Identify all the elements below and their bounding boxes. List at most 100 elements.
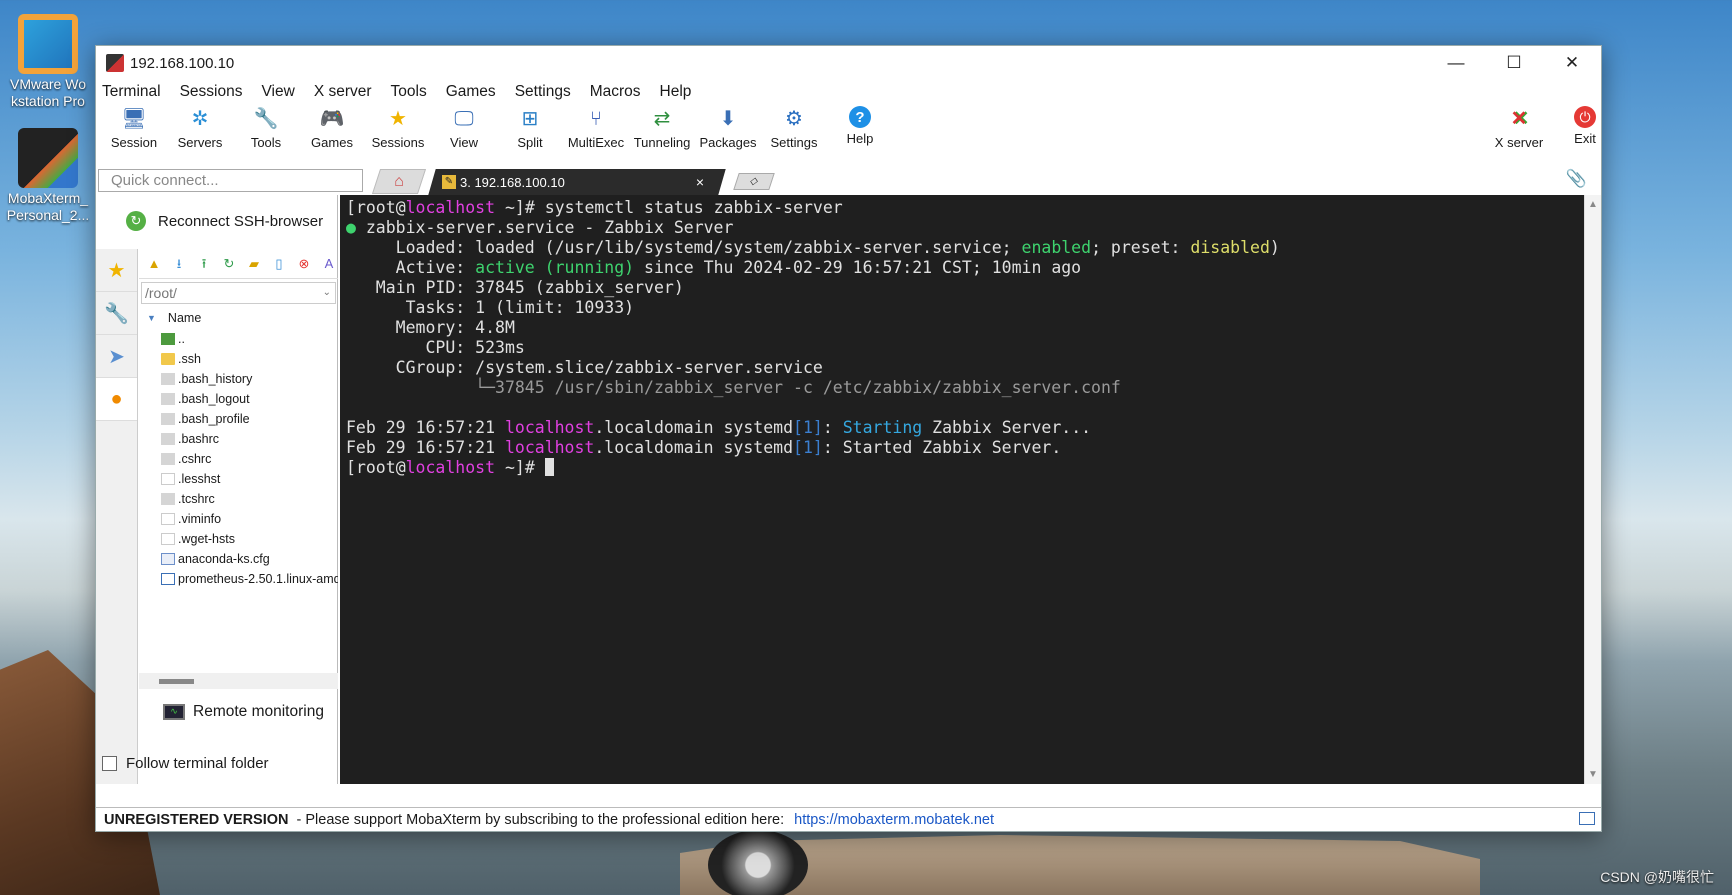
menu-games[interactable]: Games	[446, 83, 496, 101]
tools-icon: 🔧	[253, 108, 279, 130]
folder-up-icon[interactable]: ▲	[145, 255, 163, 273]
split-button[interactable]: ⊞ Split	[497, 104, 563, 150]
upload-icon[interactable]: ⭱	[195, 255, 213, 273]
file-icon	[161, 573, 175, 585]
path-field[interactable]: /root/ ⌄	[141, 282, 336, 304]
scroll-up-icon[interactable]: ▲	[1588, 199, 1598, 210]
toolbar-label: X server	[1494, 135, 1544, 150]
follow-folder-checkbox[interactable]	[102, 756, 117, 771]
split-icon: ⊞	[521, 108, 539, 130]
mobaxterm-icon	[18, 128, 78, 188]
menu-settings[interactable]: Settings	[515, 83, 571, 101]
scroll-down-icon[interactable]: ▼	[1588, 769, 1598, 780]
menu-x-server[interactable]: X server	[314, 83, 372, 101]
file-name: .bashrc	[178, 432, 219, 446]
terminal-cursor	[544, 458, 554, 476]
menu-help[interactable]: Help	[660, 83, 692, 101]
file-icon	[161, 453, 175, 465]
file-row[interactable]: .bash_history	[139, 369, 338, 389]
delete-icon[interactable]: ⊗	[295, 255, 313, 273]
file-row[interactable]: .viminfo	[139, 509, 338, 529]
paperclip-icon[interactable]: 📎	[1566, 169, 1587, 189]
refresh-icon[interactable]: ↻	[220, 255, 238, 273]
maximize-button[interactable]: ☐	[1485, 46, 1543, 80]
tab-close-icon[interactable]: ×	[696, 174, 704, 190]
toolbar-label: Tunneling	[633, 135, 691, 150]
tab-session-3[interactable]: ✎ 3. 192.168.100.10 ×	[428, 169, 726, 195]
session-button[interactable]: 🖥 Session	[101, 104, 167, 150]
file-row[interactable]: .lesshst	[139, 469, 338, 489]
chevron-down-icon[interactable]: ⌄	[323, 283, 331, 303]
sidebar-tab-sessions[interactable]: ★	[96, 249, 137, 292]
view-icon: 🖵	[454, 108, 474, 130]
new-file-icon[interactable]: ▯	[270, 255, 288, 273]
packages-icon: ⬇	[719, 108, 737, 130]
vmware-desktop-icon[interactable]: VMware Wo kstation Pro	[0, 14, 96, 110]
tools-button[interactable]: 🔧 Tools	[233, 104, 299, 150]
file-row[interactable]: .tcshrc	[139, 489, 338, 509]
title-bar[interactable]: 192.168.100.10 — ☐ ✕	[96, 46, 1601, 80]
menu-terminal[interactable]: Terminal	[102, 83, 161, 101]
servers-button[interactable]: ✲ Servers	[167, 104, 233, 150]
quick-connect-input[interactable]: Quick connect...	[98, 169, 363, 192]
menu-tools[interactable]: Tools	[391, 83, 427, 101]
home-icon: ⌂	[394, 173, 404, 190]
file-row[interactable]: .bashrc	[139, 429, 338, 449]
file-row[interactable]: anaconda-ks.cfg	[139, 549, 338, 569]
reconnect-label: Reconnect SSH-browser	[158, 212, 324, 230]
settings-button[interactable]: ⚙ Settings	[761, 104, 827, 150]
new-tab-button[interactable]: ◇	[733, 173, 775, 190]
file-name: anaconda-ks.cfg	[178, 552, 270, 566]
file-name: .viminfo	[178, 512, 222, 526]
sidebar-tab-macros[interactable]: ➤	[96, 335, 137, 378]
mobaxterm-desktop-icon[interactable]: MobaXterm_ Personal_2...	[0, 128, 96, 224]
file-row[interactable]: .wget-hsts	[139, 529, 338, 549]
file-name: prometheus-2.50.1.linux-amd64	[178, 572, 338, 586]
file-icon	[161, 533, 175, 545]
download-icon[interactable]: ⭳	[170, 255, 188, 273]
file-row[interactable]: .ssh	[139, 349, 338, 369]
unregistered-label: UNREGISTERED VERSION	[104, 811, 289, 828]
file-row[interactable]: .bash_profile	[139, 409, 338, 429]
follow-terminal-folder[interactable]: Follow terminal folder	[102, 755, 269, 772]
tab-label: 3. 192.168.100.10	[460, 174, 565, 190]
minimize-button[interactable]: —	[1427, 46, 1485, 80]
multiexec-button[interactable]: ⑂ MultiExec	[563, 104, 629, 150]
horizontal-scrollbar[interactable]	[139, 673, 338, 689]
menu-macros[interactable]: Macros	[590, 83, 641, 101]
terminal[interactable]: [root@localhost ~]# systemctl status zab…	[340, 195, 1586, 784]
menu-sessions[interactable]: Sessions	[180, 83, 243, 101]
file-row[interactable]: .cshrc	[139, 449, 338, 469]
toolbar-label: Session	[110, 135, 158, 150]
file-row[interactable]: prometheus-2.50.1.linux-amd64	[139, 569, 338, 589]
reconnect-ssh-browser-button[interactable]: ↻ Reconnect SSH-browser	[96, 195, 337, 247]
sidebar-tab-sftp[interactable]: ●	[96, 378, 137, 421]
rename-icon[interactable]: A	[320, 255, 338, 273]
sessions-button[interactable]: ★ Sessions	[365, 104, 431, 150]
remote-monitoring-button[interactable]: ∿ Remote monitoring	[139, 695, 338, 729]
file-list-header[interactable]: ▼ Name	[139, 307, 338, 329]
packages-button[interactable]: ⬇ Packages	[695, 104, 761, 150]
help-button[interactable]: ? Help	[827, 104, 893, 146]
sidebar-tab-tools[interactable]: 🔧	[96, 292, 137, 335]
file-row[interactable]: ..	[139, 329, 338, 349]
toolbar-label: Help	[846, 131, 874, 146]
desktop-icon-label: VMware Wo kstation Pro	[10, 76, 86, 109]
view-button[interactable]: 🖵 View	[431, 104, 497, 150]
menu-view[interactable]: View	[261, 83, 294, 101]
parent-folder-icon	[161, 333, 175, 345]
terminal-scrollbar[interactable]: ▲ ▼	[1584, 195, 1601, 784]
xserver-button[interactable]: ✕ X server	[1486, 104, 1552, 150]
exit-button[interactable]: ⏻ Exit	[1552, 104, 1618, 150]
toolbar-label: Tools	[250, 135, 282, 150]
close-button[interactable]: ✕	[1543, 46, 1601, 80]
monitor-icon[interactable]	[1579, 812, 1595, 825]
multiexec-icon: ⑂	[590, 108, 602, 130]
scroll-thumb[interactable]	[159, 679, 194, 684]
file-row[interactable]: .bash_logout	[139, 389, 338, 409]
home-tab[interactable]: ⌂	[371, 169, 427, 194]
tunneling-button[interactable]: ⇄ Tunneling	[629, 104, 695, 150]
games-button[interactable]: 🎮 Games	[299, 104, 365, 150]
new-folder-icon[interactable]: ▰	[245, 255, 263, 273]
mobatek-link[interactable]: https://mobaxterm.mobatek.net	[794, 812, 994, 828]
